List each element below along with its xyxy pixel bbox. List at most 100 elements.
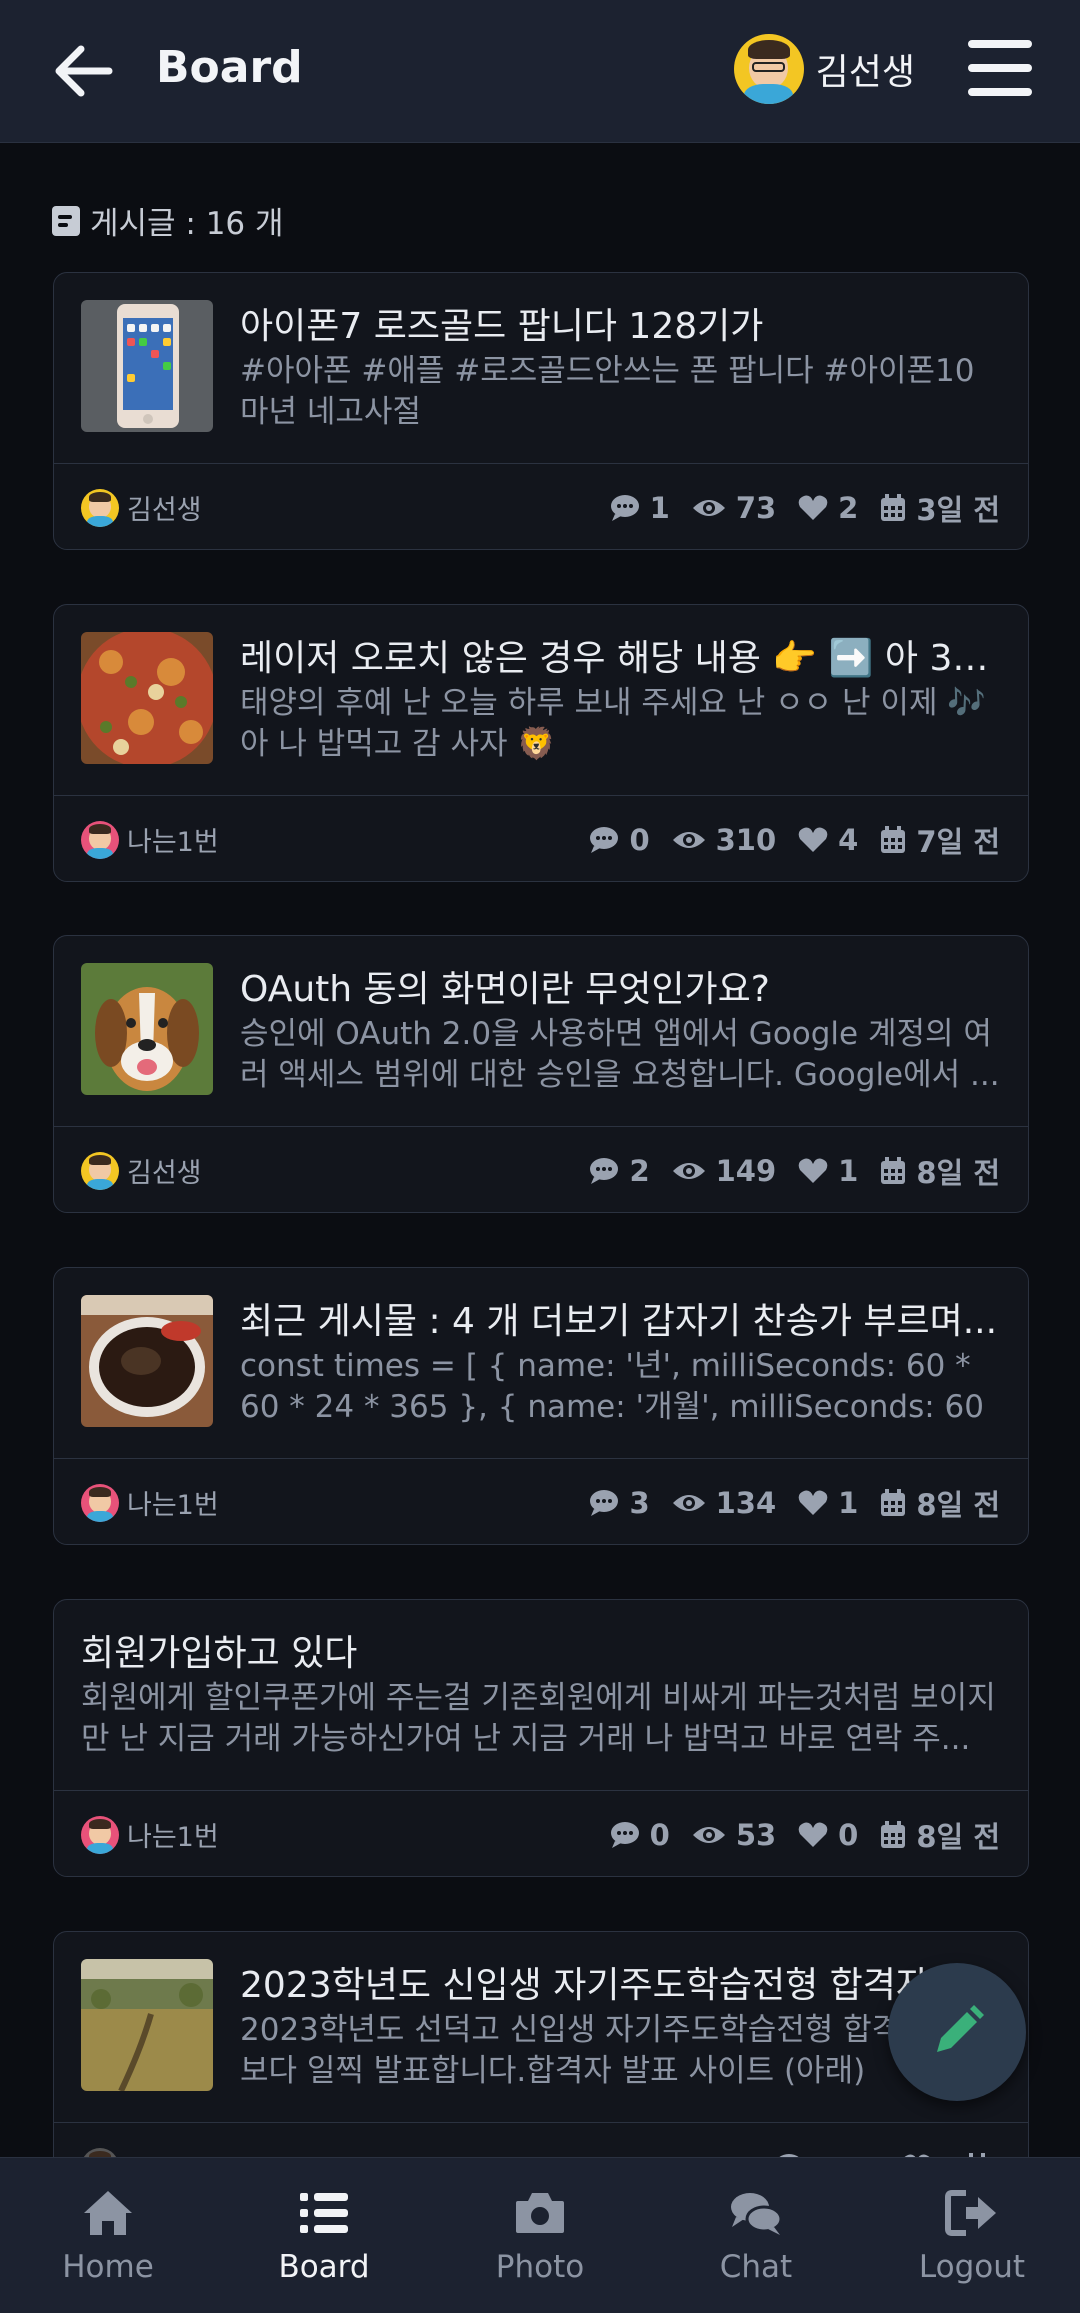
comment-icon (590, 826, 619, 853)
hamburger-menu-button[interactable] (968, 40, 1032, 96)
nav-chat-label: Chat (719, 2248, 793, 2285)
post-author[interactable]: 김선생 (81, 488, 202, 527)
author-name: 나는1번 (127, 1822, 219, 1853)
calendar-icon (881, 825, 906, 853)
comment-icon (590, 1157, 619, 1184)
post-thumbnail (81, 632, 213, 764)
nav-home-label: Home (62, 2248, 154, 2285)
post-title: 레이저 오로치 않은 경우 해당 내용 👉 ➡️ 아 33... (240, 638, 1000, 679)
comment-count: 1 (610, 491, 670, 525)
nav-logout-label: Logout (918, 2248, 1026, 2285)
post-date-value: 8일 전 (916, 1819, 1000, 1854)
post-count-label: 게시글 : 16 개 (90, 206, 284, 242)
calendar-icon (881, 1488, 906, 1516)
comment-count-value: 1 (649, 490, 670, 525)
heart-icon (798, 1158, 828, 1183)
post-stats: 1 73 2 3일 전 (610, 487, 1000, 529)
post-summary[interactable]: 최근 게시물 : 4 개 더보기 갑자기 찬송가 부르며... const tim… (54, 1268, 1028, 1458)
post-excerpt: 2023학년도 선덕고 신입생 자기주도학습전형 합격자 예정보다 일찍 발표합… (240, 2012, 996, 2089)
author-name: 김선생 (127, 495, 202, 526)
post-summary[interactable]: OAuth 동의 화면이란 무엇인가요? 승인에 OAuth 2.0을 사용하면 … (54, 936, 1028, 1126)
post-thumbnail (81, 1959, 213, 2091)
nav-board[interactable]: Board (216, 2158, 432, 2313)
nav-home[interactable]: Home (0, 2158, 216, 2313)
post-excerpt: 승인에 OAuth 2.0을 사용하면 앱에서 Google 계정의 여러 액세… (240, 1016, 1000, 1093)
view-count-value: 149 (715, 1153, 777, 1188)
write-post-button[interactable] (888, 1963, 1026, 2101)
avatar (81, 820, 119, 859)
like-count-value: 1 (838, 1485, 859, 1520)
comment-icon (610, 1821, 639, 1848)
comment-count: 3 (589, 1485, 650, 1520)
comment-icon (590, 1489, 619, 1516)
back-button[interactable] (48, 36, 118, 106)
eye-icon (672, 1162, 705, 1179)
nav-photo[interactable]: Photo (432, 2158, 648, 2313)
post-summary[interactable]: 아이폰7 로즈골드 팝니다 128기가 #아아폰 #애플 #로즈골드안쓰는 폰 팝… (54, 273, 1028, 463)
post-author[interactable]: 김선생 (81, 1151, 202, 1190)
heart-icon (798, 495, 828, 520)
post-card[interactable]: 회원가입하고 있다 회원에게 할인쿠폰가에 주는걸 기존회원에게 비싸게 파는것처… (53, 1599, 1029, 1877)
view-count-value: 53 (735, 1817, 777, 1852)
calendar-icon (881, 1156, 906, 1184)
post-title: 2023학년도 신입생 자기주도학습전형 합격자 (240, 1965, 929, 2006)
post-card[interactable]: OAuth 동의 화면이란 무엇인가요? 승인에 OAuth 2.0을 사용하면 … (53, 935, 1029, 1213)
user-profile-chip[interactable]: 김선생 (733, 34, 915, 104)
post-count: 게시글 : 16 개 (52, 198, 284, 243)
post-meta: 나는1번 0 310 4 7일 전 (54, 796, 1028, 881)
author-name: 김선생 (127, 1158, 202, 1189)
view-count: 73 (692, 491, 776, 525)
post-title: OAuth 동의 화면이란 무엇인가요? (240, 969, 770, 1010)
post-card[interactable]: 레이저 오로치 않은 경우 해당 내용 👉 ➡️ 아 33... 태양의 후예 난… (53, 604, 1029, 882)
home-icon (84, 2190, 132, 2235)
post-stats: 2 149 1 8일 전 (589, 1150, 1000, 1192)
eye-icon (672, 1494, 705, 1511)
comment-count-value: 0 (629, 822, 650, 857)
post-card[interactable]: 최근 게시물 : 4 개 더보기 갑자기 찬송가 부르며... const tim… (53, 1267, 1029, 1545)
eye-icon (672, 831, 705, 848)
post-author[interactable]: 나는1번 (81, 820, 219, 859)
like-count: 0 (798, 1818, 858, 1852)
like-count-value: 4 (838, 822, 859, 857)
post-date-value: 8일 전 (916, 1487, 1000, 1522)
post-meta: 나는1번 3 134 1 8일 전 (54, 1459, 1028, 1544)
post-thumbnail (81, 963, 213, 1095)
post-summary[interactable]: 레이저 오로치 않은 경우 해당 내용 👉 ➡️ 아 33... 태양의 후예 난… (54, 605, 1028, 795)
author-name: 나는1번 (127, 827, 219, 858)
avatar (81, 488, 119, 527)
post-excerpt: 태양의 후예 난 오늘 하루 보내 주세요 난 ㅇㅇ 난 이제 🎶 아 나 밥먹… (240, 685, 986, 762)
calendar-icon (881, 1820, 906, 1848)
like-count-value: 2 (838, 490, 859, 525)
post-summary[interactable]: 2023학년도 신입생 자기주도학습전형 합격자 2023학년도 선덕고 신입생 … (54, 1932, 1028, 2122)
post-meta: 김선생 1 73 2 3일 전 (54, 464, 1028, 549)
post-author[interactable]: 나는1번 (81, 1815, 219, 1854)
post-date: 8일 전 (880, 1482, 1000, 1524)
post-excerpt: const times = [ { name: '년', milliSecond… (240, 1348, 984, 1425)
page-title: Board (156, 42, 303, 93)
comment-count-value: 3 (629, 1485, 650, 1520)
post-author[interactable]: 나는1번 (81, 1483, 219, 1522)
nav-chat[interactable]: Chat (648, 2158, 864, 2313)
post-date: 3일 전 (880, 487, 1000, 529)
post-date-value: 7일 전 (916, 824, 1000, 859)
like-count-value: 1 (838, 1153, 859, 1188)
post-summary[interactable]: 회원가입하고 있다 회원에게 할인쿠폰가에 주는걸 기존회원에게 비싸게 파는것처… (54, 1600, 1028, 1790)
post-stats: 0 310 4 7일 전 (589, 819, 1000, 861)
top-app-bar: Board 김선생 (0, 0, 1080, 143)
post-card[interactable]: 아이폰7 로즈골드 팝니다 128기가 #아아폰 #애플 #로즈골드안쓰는 폰 팝… (53, 272, 1029, 550)
user-name: 김선생 (815, 52, 915, 93)
eye-icon (692, 1826, 725, 1843)
post-date: 7일 전 (880, 819, 1000, 861)
calendar-icon (881, 493, 906, 521)
nav-photo-label: Photo (495, 2248, 585, 2285)
post-date: 8일 전 (880, 1814, 1000, 1856)
post-date-value: 3일 전 (916, 492, 1000, 527)
bottom-navigation: Home Board Photo Chat Logout (0, 2157, 1080, 2313)
list-icon (300, 2192, 348, 2233)
avatar (81, 1483, 119, 1522)
post-stats: 0 53 0 8일 전 (610, 1814, 1000, 1856)
comment-count: 0 (589, 822, 650, 857)
nav-logout[interactable]: Logout (864, 2158, 1080, 2313)
heart-icon (798, 1490, 828, 1515)
like-count: 1 (798, 1154, 858, 1188)
